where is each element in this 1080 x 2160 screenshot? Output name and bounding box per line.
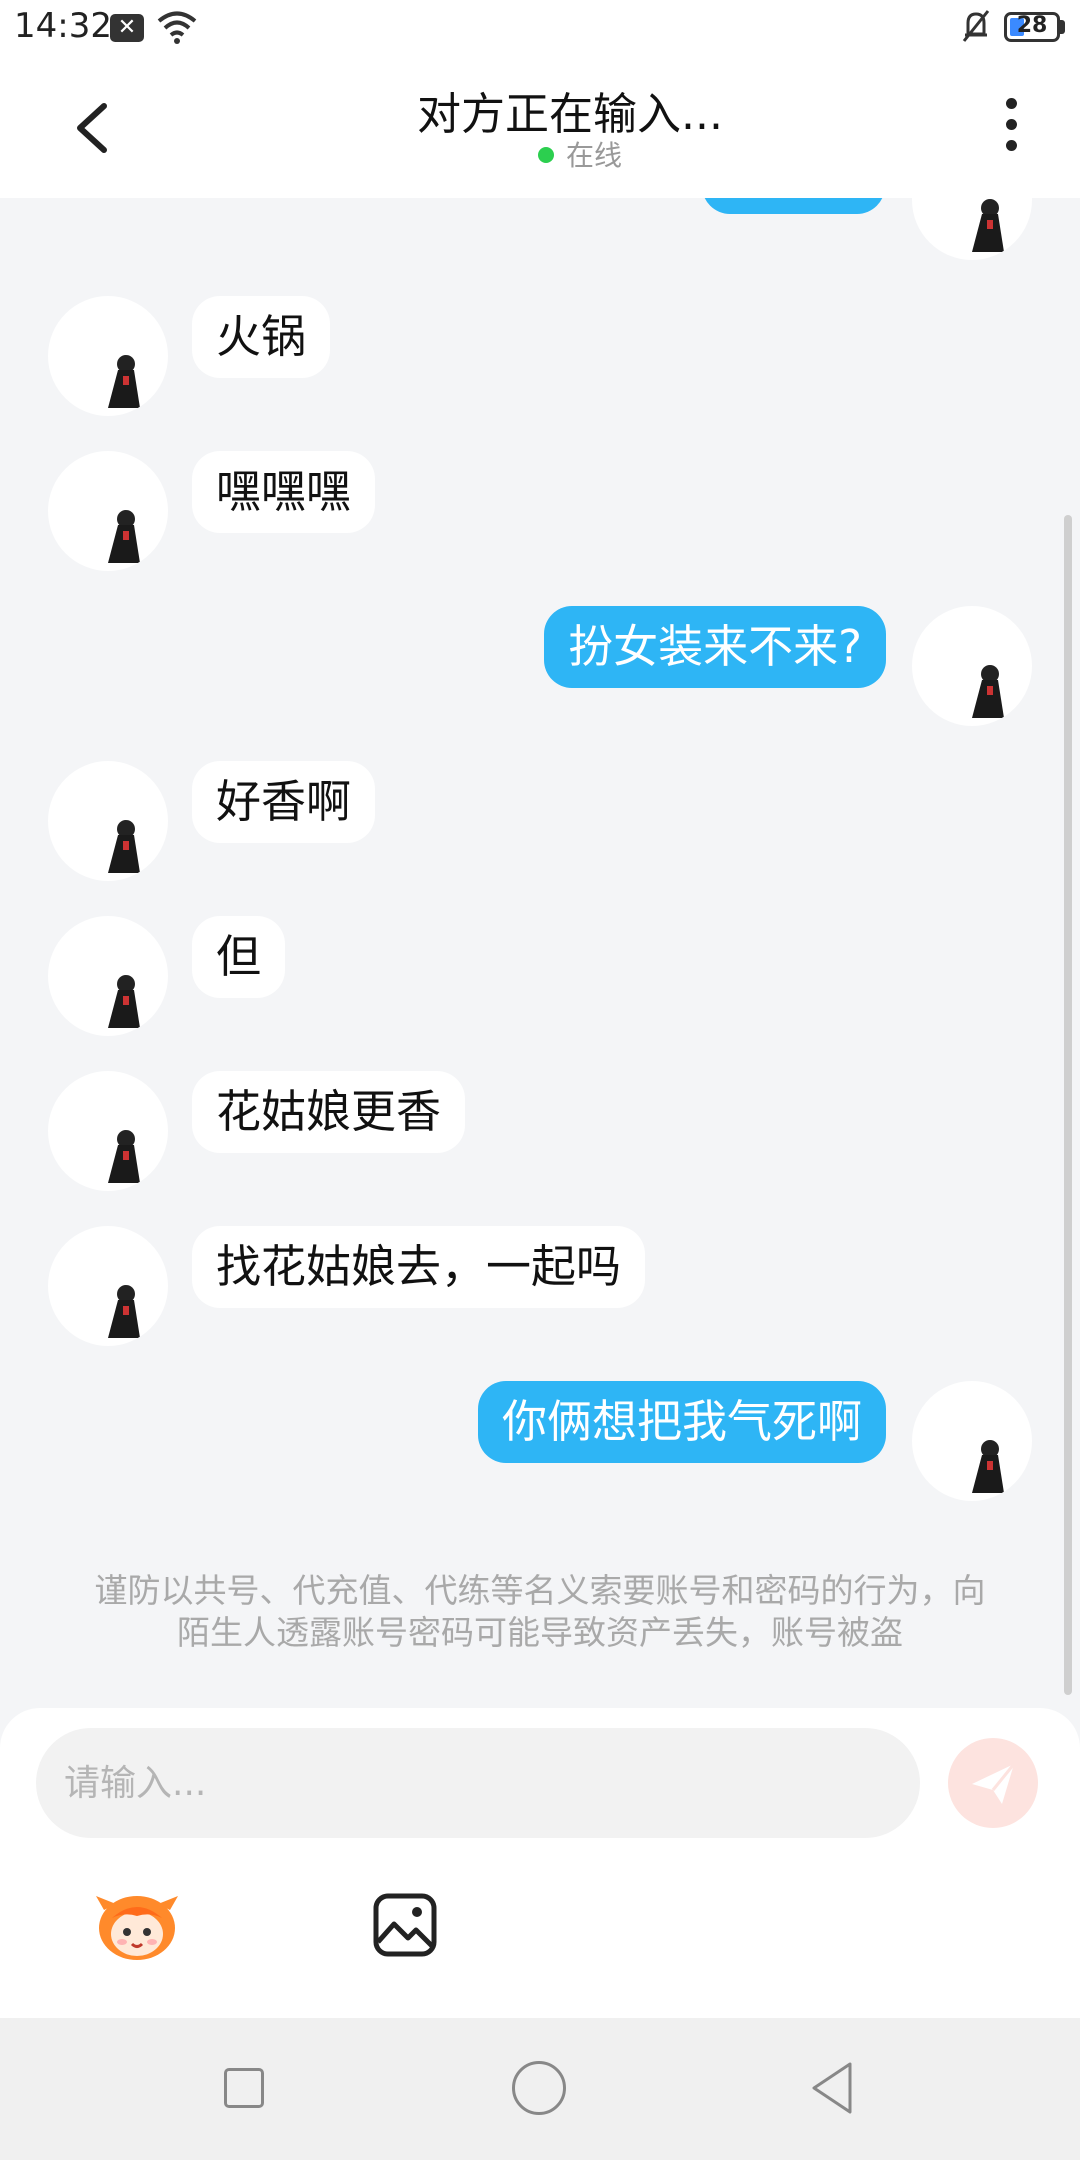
message-bubble-outgoing[interactable]: 扮女装	[702, 198, 886, 214]
online-status: 在线	[480, 134, 680, 174]
more-options-icon[interactable]	[996, 98, 1026, 160]
status-time: 14:32	[14, 6, 112, 46]
online-status-text: 在线	[565, 139, 622, 172]
avatar-figure-icon	[108, 1130, 140, 1183]
avatar[interactable]	[48, 1071, 168, 1191]
battery-icon: 28	[1004, 12, 1060, 42]
avatar[interactable]	[48, 296, 168, 416]
battery-tip	[1060, 20, 1065, 34]
message-bubble-outgoing[interactable]: 扮女装来不来?	[544, 606, 886, 688]
image-picker-icon[interactable]	[372, 1892, 438, 1958]
battery-level: 28	[1016, 13, 1048, 38]
chat-scrollbar[interactable]	[1064, 515, 1072, 1695]
avatar-figure-icon	[972, 199, 1004, 252]
emoji-sticker-icon[interactable]	[92, 1888, 182, 1964]
message-list[interactable]: 扮女装 火锅 嘿嘿嘿 扮女装来不来? 好香啊 但 花姑娘更香 找花姑娘去，一起吗…	[0, 198, 1080, 1708]
avatar[interactable]	[48, 761, 168, 881]
send-button[interactable]	[948, 1738, 1038, 1828]
avatar-figure-icon	[108, 510, 140, 563]
message-bubble-incoming[interactable]: 但	[192, 916, 286, 998]
avatar-figure-icon	[972, 665, 1004, 718]
wifi-icon	[157, 11, 197, 44]
avatar-figure-icon	[108, 975, 140, 1028]
message-bubble-incoming[interactable]: 花姑娘更香	[192, 1071, 466, 1153]
avatar-figure-icon	[108, 355, 140, 408]
message-bubble-incoming[interactable]: 找花姑娘去，一起吗	[192, 1226, 646, 1308]
online-dot-icon	[537, 147, 554, 163]
message-bubble-incoming[interactable]: 火锅	[192, 296, 331, 378]
send-paper-plane-icon	[972, 1763, 1016, 1804]
message-bubble-incoming[interactable]: 嘿嘿嘿	[192, 451, 376, 533]
avatar[interactable]	[912, 606, 1032, 726]
avatar[interactable]	[912, 1381, 1032, 1501]
recent-apps-icon[interactable]	[224, 2068, 264, 2108]
avatar[interactable]	[48, 916, 168, 1036]
message-bubble-outgoing[interactable]: 你俩想把我气死啊	[477, 1381, 886, 1463]
avatar[interactable]	[48, 451, 168, 571]
back-arrow-icon[interactable]	[70, 100, 120, 156]
message-bubble-incoming[interactable]: 好香啊	[192, 761, 376, 843]
avatar-figure-icon	[972, 1440, 1004, 1493]
home-icon[interactable]	[512, 2061, 566, 2115]
avatar[interactable]	[48, 1226, 168, 1346]
nav-back-icon[interactable]	[808, 2060, 856, 2116]
security-notice: 谨防以共号、代充值、代练等名义索要账号和密码的行为，向陌生人透露账号密码可能导致…	[94, 1571, 986, 1652]
close-notification-icon: ✕	[110, 14, 144, 42]
avatar[interactable]	[912, 198, 1032, 260]
message-input[interactable]	[36, 1728, 920, 1838]
avatar-figure-icon	[108, 1285, 140, 1338]
mute-bell-icon	[962, 10, 990, 42]
avatar-figure-icon	[108, 820, 140, 873]
chat-title: 对方正在输入...	[417, 89, 723, 140]
